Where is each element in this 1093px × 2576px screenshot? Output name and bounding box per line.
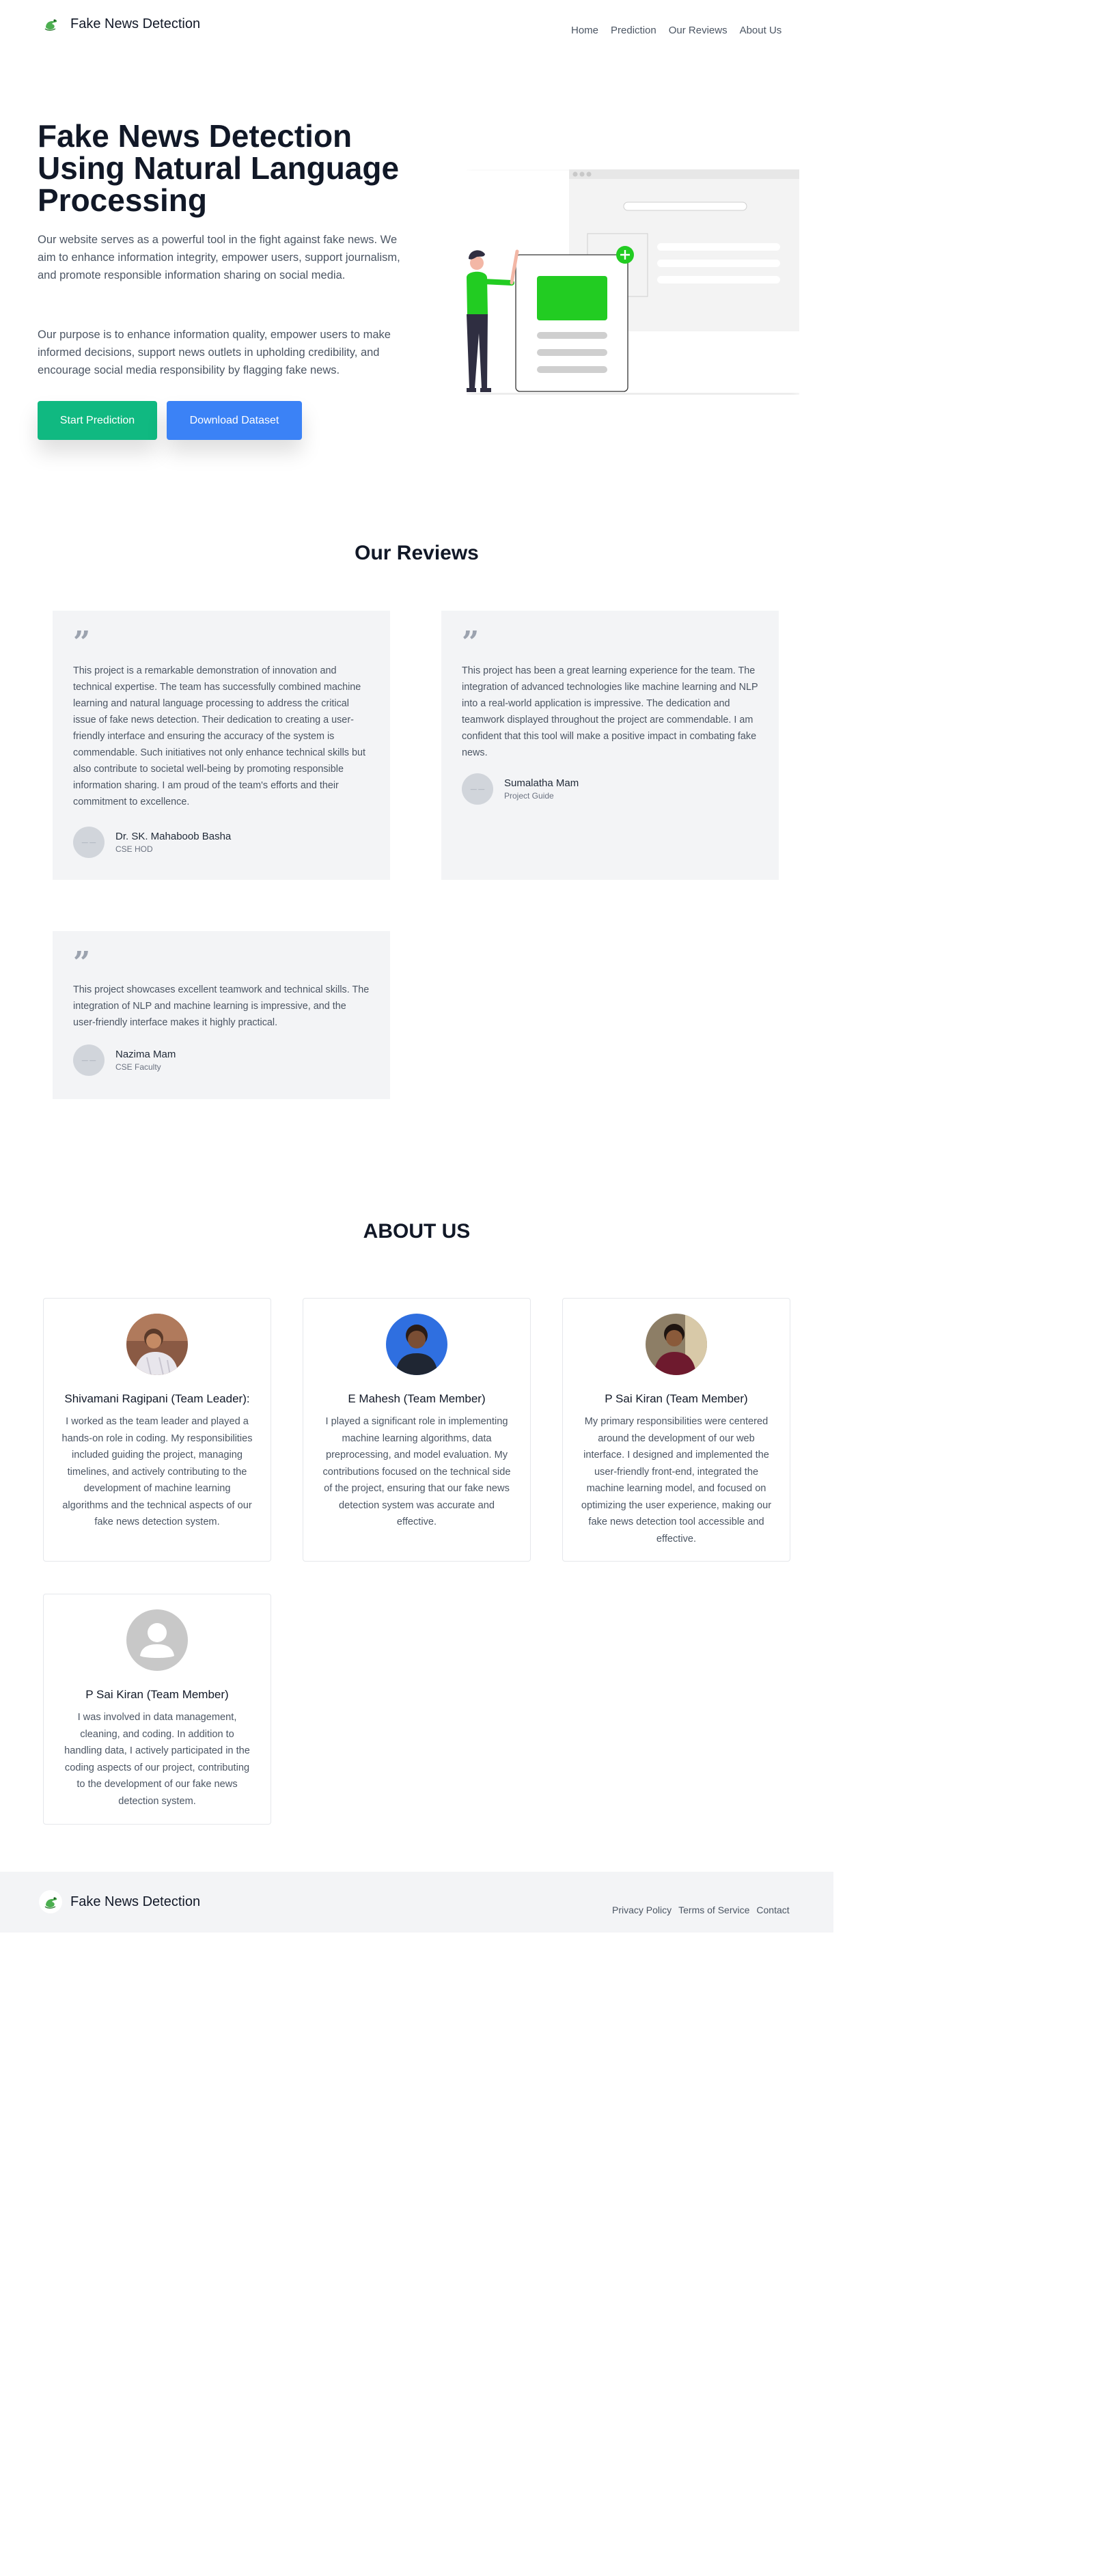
avatar: — — [462, 773, 493, 805]
reviewer: — — Nazima Mam CSE Faculty [73, 1044, 176, 1076]
member-name: E Mahesh (Team Member) [348, 1392, 486, 1405]
quote-icon: ” [462, 625, 480, 660]
member-description: I played a significant role in implement… [322, 1416, 511, 1527]
user-placeholder-icon [126, 1609, 188, 1671]
contact-link[interactable]: Contact [756, 1905, 789, 1915]
footer-links: Privacy Policy Terms of Service Contact [612, 1905, 790, 1915]
site-footer: Fake News Detection Privacy Policy Terms… [0, 1872, 833, 1933]
footer-logo[interactable]: Fake News Detection [39, 1890, 200, 1913]
hero-paragraph-purpose: Our purpose is to enhance information qu… [38, 329, 391, 376]
member-photo [386, 1314, 447, 1375]
site-header: Fake News Detection Home Prediction Our … [0, 0, 833, 55]
review-card: ” This project is a remarkable demonstra… [53, 611, 390, 880]
member-name: P Sai Kiran (Team Member) [605, 1392, 748, 1405]
nav-about-us[interactable]: About Us [740, 25, 782, 36]
hero-illustration [467, 169, 799, 395]
quote-icon: ” [73, 945, 91, 980]
team-member-card: P Sai Kiran (Team Member) My primary res… [562, 1298, 790, 1562]
reviewer-role: CSE Faculty [115, 1062, 161, 1072]
member-name: P Sai Kiran (Team Member) [85, 1688, 229, 1701]
member-description: I was involved in data management, clean… [64, 1712, 250, 1807]
member-photo [646, 1314, 707, 1375]
reviewer-role: CSE HOD [115, 844, 153, 854]
review-text: This project has been a great learning e… [462, 665, 758, 758]
frog-logo-icon [39, 1890, 62, 1913]
nav-our-reviews[interactable]: Our Reviews [669, 25, 728, 36]
nav-home[interactable]: Home [571, 25, 598, 36]
member-photo [126, 1314, 188, 1375]
reviewer-name: Nazima Mam [115, 1049, 176, 1060]
reviewer-name: Sumalatha Mam [504, 777, 579, 789]
footer-logo-text: Fake News Detection [70, 1894, 201, 1909]
frog-logo-icon [39, 12, 62, 36]
team-member-card: Shivamani Ragipani (Team Leader): I work… [43, 1298, 271, 1562]
team-member-card: P Sai Kiran (Team Member) I was involved… [43, 1594, 271, 1825]
reviews-section-title: Our Reviews [355, 542, 479, 564]
review-text: This project is a remarkable demonstrati… [73, 665, 365, 807]
avatar: — — [73, 827, 105, 858]
logo-text: Fake News Detection [70, 16, 201, 31]
review-card: ” This project has been a great learning… [441, 611, 779, 880]
reviewer: — — Dr. SK. Mahaboob Basha CSE HOD [73, 827, 231, 858]
reviewer: — — Sumalatha Mam Project Guide [462, 773, 579, 805]
reviewer-name: Dr. SK. Mahaboob Basha [115, 831, 232, 842]
hero-paragraph-mission: Our website serves as a powerful tool in… [38, 234, 400, 281]
review-text: This project showcases excellent teamwor… [73, 984, 370, 1028]
terms-of-service-link[interactable]: Terms of Service [678, 1905, 749, 1915]
about-section-title: ABOUT US [363, 1220, 471, 1243]
avatar: — — [73, 1044, 105, 1076]
member-description: My primary responsibilities were centere… [581, 1416, 772, 1545]
hero-title: Fake News Detection Using Natural Langua… [38, 118, 400, 218]
quote-icon: ” [73, 625, 91, 660]
member-name: Shivamani Ragipani (Team Leader): [64, 1392, 250, 1405]
privacy-policy-link[interactable]: Privacy Policy [612, 1905, 672, 1915]
logo[interactable]: Fake News Detection [39, 12, 200, 36]
reviewer-role: Project Guide [504, 791, 554, 801]
start-prediction-button[interactable]: Start Prediction [38, 401, 157, 440]
nav-prediction[interactable]: Prediction [611, 25, 656, 36]
main-nav: Home Prediction Our Reviews About Us [571, 25, 781, 36]
member-description: I worked as the team leader and played a… [61, 1416, 253, 1527]
review-card: ” This project showcases excellent teamw… [53, 931, 390, 1099]
download-dataset-button[interactable]: Download Dataset [167, 401, 302, 440]
team-member-card: E Mahesh (Team Member) I played a signif… [303, 1298, 531, 1562]
